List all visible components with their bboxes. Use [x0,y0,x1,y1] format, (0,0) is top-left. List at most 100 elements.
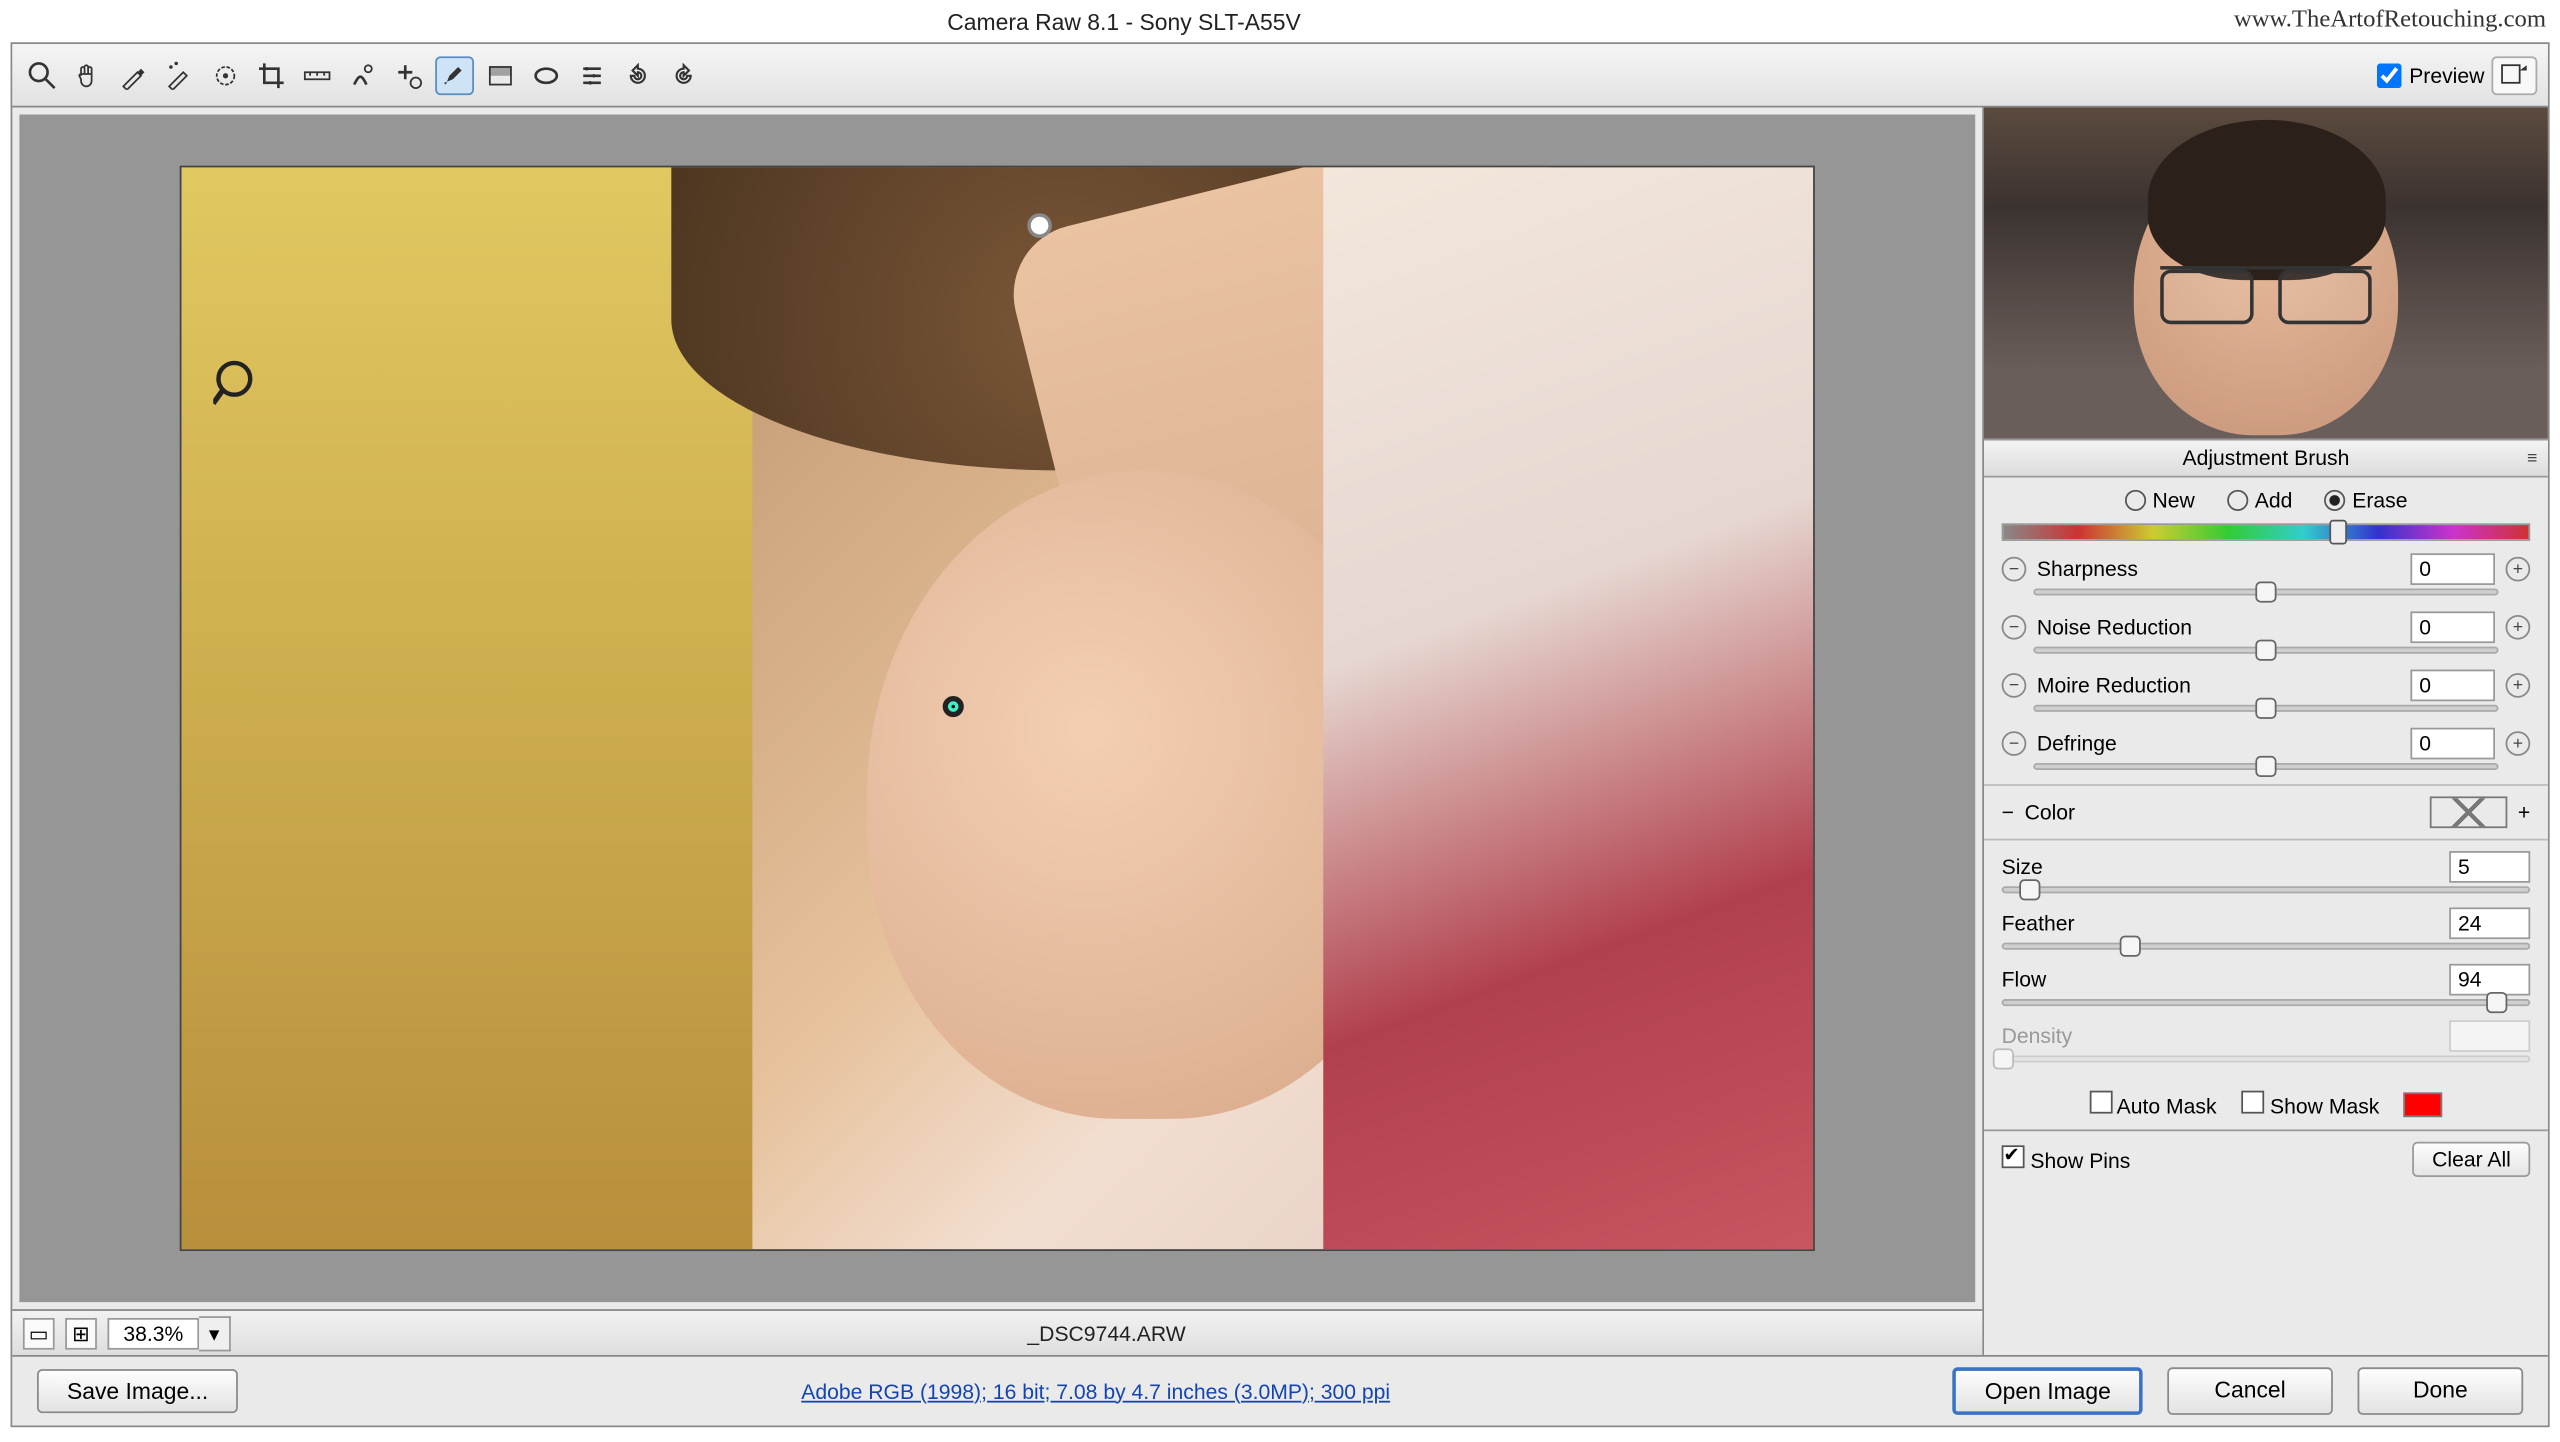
moire-slider[interactable] [2033,705,2498,712]
footer-bar: Save Image... Adobe RGB (1998); 16 bit; … [12,1355,2548,1425]
straighten-tool-icon[interactable] [298,56,337,95]
feather-label: Feather [2002,911,2439,936]
fullscreen-toggle-icon[interactable] [2491,56,2537,95]
collapse-icon[interactable]: − [2002,673,2027,698]
mode-new[interactable]: New [2124,488,2195,513]
defringe-slider[interactable] [2033,763,2498,770]
hand-tool-icon[interactable] [69,56,108,95]
rotate-ccw-icon[interactable] [618,56,657,95]
feather-slider[interactable] [2002,943,2531,950]
size-value[interactable] [2449,851,2530,883]
plus-icon[interactable]: + [2518,800,2530,825]
zoom-out-button[interactable]: ▭ [23,1317,55,1349]
canvas-status-bar: ▭ ⊞ 38.3% ▾ _DSC9744.ARW [12,1309,1982,1355]
adjustment-pin[interactable] [1027,213,1052,238]
noise-row: − Noise Reduction + [1984,606,2548,643]
preview-checkbox[interactable]: Preview [2377,63,2484,88]
mode-erase[interactable]: Erase [2324,488,2407,513]
collapse-icon[interactable]: − [2002,615,2027,640]
slider-thumb[interactable] [2255,698,2276,719]
brush-mode-row: New Add Erase [1984,478,2548,524]
app-window: Preview ▭ ⊞ 38.3% [11,42,2550,1427]
adjustment-brush-tool-icon[interactable] [435,56,474,95]
zoom-dropdown-icon[interactable]: ▾ [199,1315,231,1350]
rotate-cw-icon[interactable] [664,56,703,95]
photo-region [867,470,1422,1119]
panel-menu-icon[interactable]: ≡ [2527,448,2537,467]
plus-icon[interactable]: + [2506,673,2531,698]
slider-thumb[interactable] [2019,879,2040,900]
flow-value[interactable] [2449,964,2530,996]
noise-value[interactable] [2410,611,2495,643]
main-area: ▭ ⊞ 38.3% ▾ _DSC9744.ARW Adjustment Brus… [12,107,2548,1354]
side-panel: Adjustment Brush ≡ New Add Erase − Sharp… [1984,107,2548,1354]
collapse-icon[interactable]: − [2002,731,2027,756]
defringe-value[interactable] [2410,728,2495,760]
color-swatch[interactable] [2430,796,2508,828]
tint-slider-thumb[interactable] [2329,520,2347,545]
density-row: Density [1984,1017,2548,1052]
crop-tool-icon[interactable] [252,56,291,95]
slider-thumb[interactable] [2255,581,2276,602]
panel-title-bar: Adjustment Brush ≡ [1984,439,2548,478]
image-metadata-link[interactable]: Adobe RGB (1998); 16 bit; 7.08 by 4.7 in… [263,1379,1929,1404]
collapse-icon[interactable]: − [2002,800,2014,825]
canvas-area[interactable] [19,115,1975,1303]
done-button[interactable]: Done [2358,1367,2524,1415]
preview-checkbox-input[interactable] [2377,63,2402,88]
window-title: Camera Raw 8.1 - Sony SLT-A55V [14,8,2234,34]
adjustment-pin-active[interactable] [943,696,964,717]
moire-value[interactable] [2410,670,2495,702]
collapse-icon[interactable]: − [2002,557,2027,582]
titlebar: Camera Raw 8.1 - Sony SLT-A55V www.TheAr… [0,0,2560,42]
tint-slider[interactable] [2002,523,2531,541]
graduated-filter-tool-icon[interactable] [481,56,520,95]
plus-icon[interactable]: + [2506,557,2531,582]
spot-removal-tool-icon[interactable] [344,56,383,95]
zoom-fit-button[interactable]: ⊞ [65,1317,97,1349]
white-balance-tool-icon[interactable] [115,56,154,95]
clear-all-button[interactable]: Clear All [2413,1142,2531,1177]
show-pins-checkbox[interactable]: Show Pins [2002,1145,2131,1173]
slider-thumb[interactable] [2486,992,2507,1013]
defringe-row: − Defringe + [1984,722,2548,759]
red-eye-tool-icon[interactable] [389,56,428,95]
slider-thumb[interactable] [2255,756,2276,777]
flow-slider[interactable] [2002,999,2531,1006]
zoom-value[interactable]: 38.3% [107,1317,199,1349]
mode-add[interactable]: Add [2227,488,2293,513]
radial-filter-tool-icon[interactable] [527,56,566,95]
zoom-selector[interactable]: 38.3% ▾ [107,1315,230,1350]
moire-label: Moire Reduction [2037,673,2400,698]
save-image-button[interactable]: Save Image... [37,1369,238,1413]
cancel-button[interactable]: Cancel [2167,1367,2333,1415]
slider-thumb[interactable] [2119,936,2140,957]
color-sampler-tool-icon[interactable] [160,56,199,95]
mask-color-swatch[interactable] [2404,1092,2443,1117]
sharpness-slider[interactable] [2033,589,2498,596]
plus-icon[interactable]: + [2506,615,2531,640]
noise-label: Noise Reduction [2037,615,2400,640]
slider-thumb[interactable] [2255,640,2276,661]
open-image-button[interactable]: Open Image [1953,1367,2142,1415]
pins-row: Show Pins Clear All [1984,1129,2548,1187]
webcam-overlay [1984,107,2548,438]
watermark-text: www.TheArtofRetouching.com [2234,7,2546,35]
size-slider[interactable] [2002,886,2531,893]
top-toolbar: Preview [12,44,2548,107]
density-value [2449,1020,2530,1052]
density-slider [2002,1055,2531,1062]
presenter-face [2134,144,2398,435]
photo-preview[interactable] [180,166,1815,1251]
plus-icon[interactable]: + [2506,731,2531,756]
panel-title-label: Adjustment Brush [2182,446,2349,471]
targeted-adjustment-tool-icon[interactable] [206,56,245,95]
noise-slider[interactable] [2033,647,2498,654]
sharpness-value[interactable] [2410,553,2495,585]
zoom-tool-icon[interactable] [23,56,62,95]
filename-label: _DSC9744.ARW [241,1321,1971,1346]
auto-mask-checkbox[interactable]: Auto Mask [2089,1091,2217,1119]
show-mask-checkbox[interactable]: Show Mask [2241,1091,2379,1119]
preferences-tool-icon[interactable] [573,56,612,95]
feather-value[interactable] [2449,907,2530,939]
